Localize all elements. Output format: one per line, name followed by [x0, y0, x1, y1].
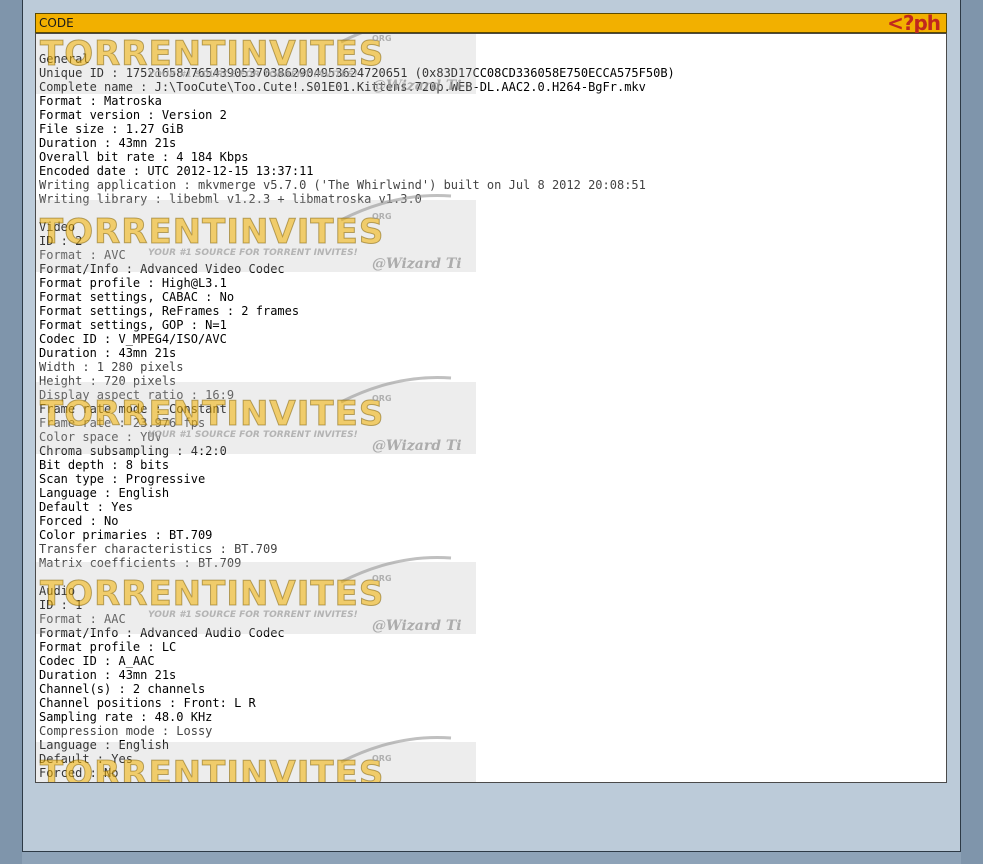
code-line: Forced : No — [39, 514, 119, 528]
code-line: Channel(s) : 2 channels — [39, 682, 206, 696]
code-line: Format/Info : Advanced Audio Codec — [39, 626, 285, 640]
code-line: Format version : Version 2 — [39, 108, 227, 122]
code-lines: General Unique ID : 175216587765439053703… — [39, 52, 946, 780]
code-line: Codec ID : V_MPEG4/ISO/AVC — [39, 332, 227, 346]
code-line: Format : AVC — [39, 248, 126, 262]
code-line: ID : 2 — [39, 234, 83, 248]
code-line: Chroma subsampling : 4:2:0 — [39, 444, 227, 458]
code-line: Format : Matroska — [39, 94, 162, 108]
code-line: Duration : 43mn 21s — [39, 668, 177, 682]
code-line: Format profile : High@L3.1 — [39, 276, 227, 290]
watermark-org: ORG — [372, 34, 392, 43]
code-line: Forced : No — [39, 766, 119, 780]
code-line: Display aspect ratio : 16:9 — [39, 388, 235, 402]
code-line: Format profile : LC — [39, 640, 177, 654]
code-line: Channel positions : Front: L R — [39, 696, 256, 710]
code-line: Transfer characteristics : BT.709 — [39, 542, 278, 556]
code-line: Writing library : libebml v1.2.3 + libma… — [39, 192, 422, 206]
code-line: Encoded date : UTC 2012-12-15 13:37:11 — [39, 164, 314, 178]
swoosh-icon — [340, 34, 363, 44]
code-line: Bit depth : 8 bits — [39, 458, 170, 472]
code-line: Format settings, CABAC : No — [39, 290, 235, 304]
code-line: Format settings, ReFrames : 2 frames — [39, 304, 300, 318]
code-line: Frame rate : 23.976 fps — [39, 416, 206, 430]
code-line: Width : 1 280 pixels — [39, 360, 184, 374]
code-line: File size : 1.27 GiB — [39, 122, 184, 136]
code-line: Default : Yes — [39, 752, 133, 766]
code-line: Compression mode : Lossy — [39, 724, 213, 738]
window-frame-left — [0, 0, 22, 864]
code-line: Format/Info : Advanced Video Codec — [39, 262, 285, 276]
code-line: Color space : YUV — [39, 430, 162, 444]
window-frame-right — [961, 0, 983, 864]
code-line: Complete name : J:\TooCute\Too.Cute!.S01… — [39, 80, 646, 94]
code-line: Scan type : Progressive — [39, 472, 206, 486]
code-line: Duration : 43mn 21s — [39, 346, 177, 360]
php-badge-icon: <?ph — [887, 11, 941, 35]
code-block-content[interactable]: General Unique ID : 175216587765439053703… — [35, 33, 947, 783]
code-line: Codec ID : A_AAC — [39, 654, 155, 668]
code-line: Language : English — [39, 486, 170, 500]
code-line: General — [39, 52, 90, 66]
code-line: Unique ID : 1752165877654390537038629049… — [39, 66, 675, 80]
code-line: Audio — [39, 584, 76, 598]
code-line: Default : Yes — [39, 500, 133, 514]
code-line: Format : AAC — [39, 612, 126, 626]
code-block-header: CODE <?ph — [35, 11, 947, 35]
code-line: Duration : 43mn 21s — [39, 136, 177, 150]
code-line: Overall bit rate : 4 184 Kbps — [39, 150, 249, 164]
code-line: Language : English — [39, 738, 170, 752]
code-line: Sampling rate : 48.0 KHz — [39, 710, 213, 724]
code-line: ID : 1 — [39, 598, 83, 612]
code-line: Frame rate mode : Constant — [39, 402, 227, 416]
code-block-title: CODE — [39, 16, 74, 30]
code-line: Matrix coefficients : BT.709 — [39, 556, 242, 570]
code-line: Height : 720 pixels — [39, 374, 177, 388]
code-line: Color primaries : BT.709 — [39, 528, 213, 542]
code-line: Video — [39, 220, 76, 234]
code-line: Writing application : mkvmerge v5.7.0 ('… — [39, 178, 646, 192]
code-line: Format settings, GOP : N=1 — [39, 318, 227, 332]
